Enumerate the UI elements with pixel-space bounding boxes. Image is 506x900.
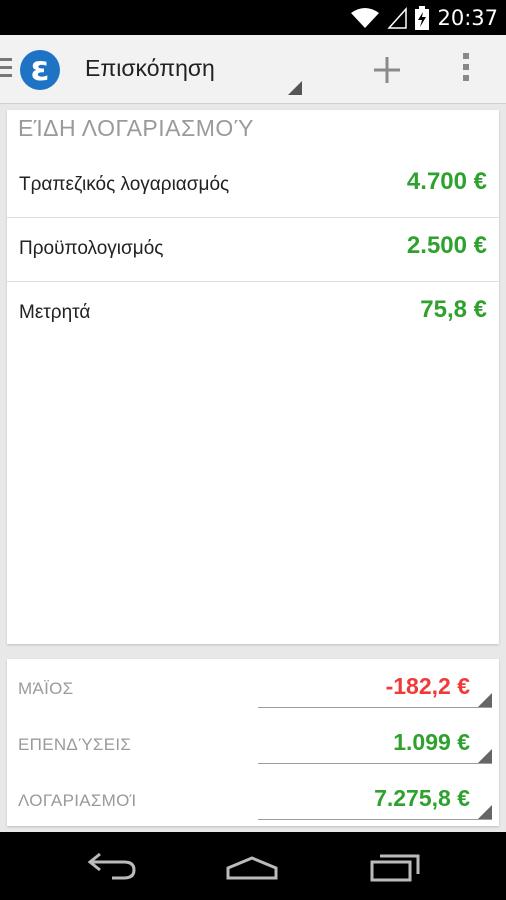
wifi-icon (351, 7, 380, 28)
account-name: Μετρητά (19, 302, 91, 323)
account-row-bank[interactable]: Τραπεζικός λογαριασμός 4.700 € (7, 154, 499, 218)
dropdown-corner-icon (478, 749, 492, 763)
signal-icon (387, 6, 408, 29)
summary-value: 1.099 € (393, 729, 470, 755)
back-icon[interactable] (82, 846, 142, 886)
account-types-card: ΕΊΔΗ ΛΟΓΑΡΙΑΣΜΟΎ Τραπεζικός λογαριασμός … (7, 110, 499, 644)
month-spinner[interactable]: -182,2 € (258, 665, 492, 708)
summary-row-month: ΜΆΪΟΣ -182,2 € (7, 659, 499, 715)
status-time: 20:37 (437, 5, 498, 30)
action-bar: ε Επισκόπηση (0, 35, 506, 104)
summary-label: ΛΟΓΑΡΙΑΣΜΟΊ (18, 791, 137, 810)
investments-spinner[interactable]: 1.099 € (258, 721, 492, 764)
account-name: Τραπεζικός λογαριασμός (19, 174, 230, 195)
summary-label: ΜΆΪΟΣ (18, 679, 74, 698)
page-title[interactable]: Επισκόπηση (85, 55, 215, 82)
status-bar: 20:37 (0, 0, 506, 35)
account-amount: 75,8 € (420, 296, 487, 323)
summary-value: 7.275,8 € (374, 785, 470, 811)
accounts-spinner[interactable]: 7.275,8 € (258, 777, 492, 820)
home-icon[interactable] (222, 846, 282, 886)
dropdown-corner-icon (478, 805, 492, 819)
summary-row-accounts: ΛΟΓΑΡΙΑΣΜΟΊ 7.275,8 € (7, 771, 499, 827)
dropdown-corner-icon (478, 693, 492, 707)
add-icon[interactable] (370, 53, 404, 87)
drawer-menu-icon[interactable] (0, 58, 14, 80)
navigation-bar (0, 832, 506, 900)
account-amount: 4.700 € (406, 168, 487, 195)
account-amount: 2.500 € (406, 232, 487, 259)
section-header: ΕΊΔΗ ΛΟΓΑΡΙΑΣΜΟΎ (18, 115, 254, 141)
account-name: Προϋπολογισμός (19, 238, 164, 259)
app-logo[interactable]: ε (20, 50, 60, 90)
account-row-budget[interactable]: Προϋπολογισμός 2.500 € (7, 218, 499, 282)
title-dropdown-indicator-icon[interactable] (288, 81, 302, 95)
account-row-cash[interactable]: Μετρητά 75,8 € (7, 282, 499, 345)
summary-card: ΜΆΪΟΣ -182,2 € ΕΠΕΝΔΎΣΕΙΣ 1.099 € ΛΟΓΑΡΙ… (7, 659, 499, 826)
summary-label: ΕΠΕΝΔΎΣΕΙΣ (18, 735, 132, 754)
battery-charging-icon (415, 5, 430, 30)
summary-value: -182,2 € (385, 673, 470, 699)
summary-row-investments: ΕΠΕΝΔΎΣΕΙΣ 1.099 € (7, 715, 499, 771)
recents-icon[interactable] (366, 846, 426, 886)
overflow-menu-icon[interactable] (452, 53, 480, 87)
